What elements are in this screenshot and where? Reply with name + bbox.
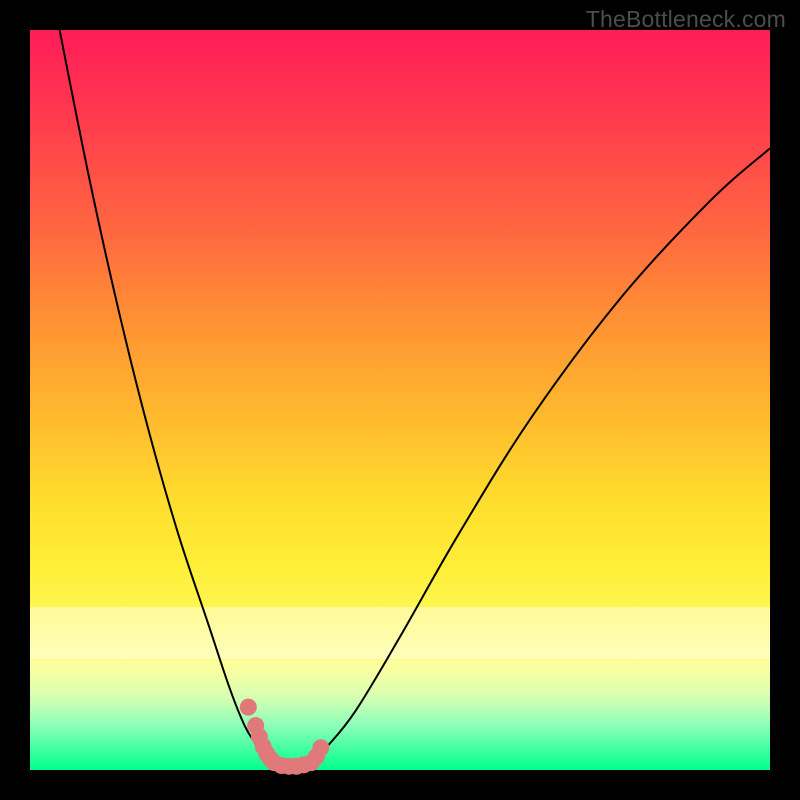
chart-frame: TheBottleneck.com (0, 0, 800, 800)
curve-path (60, 30, 770, 767)
plot-area (30, 30, 770, 770)
valley-marker (312, 739, 329, 756)
bottleneck-curve (60, 30, 770, 767)
valley-markers (240, 699, 330, 775)
curve-layer (30, 30, 770, 770)
watermark-text: TheBottleneck.com (586, 6, 786, 33)
valley-marker (240, 699, 257, 716)
